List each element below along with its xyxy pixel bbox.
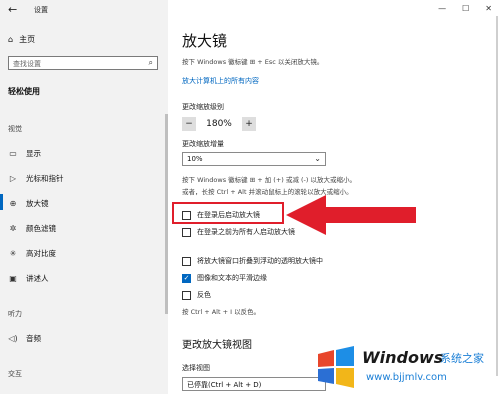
start-before-signin-checkbox[interactable]: 在登录之前为所有人启动放大镜 [182, 227, 295, 237]
sidebar-item-label: 讲述人 [26, 274, 49, 283]
sidebar-item-label: 光标和指针 [26, 174, 64, 183]
section-interaction: 交互 [8, 370, 22, 378]
zoom-in-button[interactable]: + [242, 117, 256, 131]
sidebar-item-contrast[interactable]: ✳ 高对比度 [8, 248, 56, 259]
sidebar: ← 设置 ⌂ 主页 查找设置 ⌕ 轻松使用 视觉 ▭ 显示 ▷ 光标和指针 ⊕ … [0, 0, 168, 394]
minimize-icon[interactable]: — [438, 4, 446, 13]
checkbox-box[interactable] [182, 290, 191, 300]
windows-logo-icon [318, 346, 354, 388]
checkbox-label: 将放大镜窗口折叠到浮动的透明放大镜中 [197, 257, 323, 265]
invert-colors-checkbox[interactable]: 反色 [182, 290, 211, 300]
view-value: 已停靠(Ctrl + Alt + D) [187, 381, 262, 389]
sidebar-item-label: 放大镜 [26, 199, 49, 208]
settings-window: ← 设置 ⌂ 主页 查找设置 ⌕ 轻松使用 视觉 ▭ 显示 ▷ 光标和指针 ⊕ … [0, 0, 500, 394]
close-icon[interactable]: ✕ [485, 4, 492, 13]
search-placeholder: 查找设置 [13, 60, 41, 68]
checkbox-box[interactable] [182, 256, 191, 266]
zoom-level-label: 更改缩放级别 [182, 103, 224, 111]
magnifier-icon: ⊕ [9, 199, 17, 208]
sidebar-item-label: 显示 [26, 149, 41, 158]
chevron-down-icon: ⌄ [314, 154, 321, 163]
zoom-increment-select[interactable]: 10% ⌄ [182, 152, 326, 166]
zoom-out-button[interactable]: − [182, 117, 196, 131]
color-filter-icon: ✲ [9, 224, 17, 233]
sidebar-item-pointer[interactable]: ▷ 光标和指针 [8, 173, 64, 184]
checkbox-label: 图像和文本的平滑边缘 [197, 274, 267, 282]
watermark-url: www.bjjmlv.com [366, 372, 447, 383]
collapse-to-lens-checkbox[interactable]: 将放大镜窗口折叠到浮动的透明放大镜中 [182, 256, 323, 266]
smooth-edges-checkbox[interactable]: ✓ 图像和文本的平滑边缘 [182, 273, 267, 283]
highlight-box [172, 202, 284, 224]
sidebar-item-audio[interactable]: ◁) 音频 [8, 333, 41, 344]
magnify-all-link[interactable]: 放大计算机上的所有内容 [182, 76, 259, 86]
zoom-level-value: 180% [206, 119, 232, 129]
search-input[interactable]: 查找设置 ⌕ [8, 56, 158, 70]
zoom-increment-value: 10% [187, 155, 203, 163]
search-icon: ⌕ [148, 58, 153, 67]
contrast-icon: ✳ [9, 249, 17, 258]
help-text-1: 按下 Windows 徽标键 ⊞ + 加 (+) 或减 (-) 以放大或缩小。 [182, 176, 356, 184]
view-select[interactable]: 已停靠(Ctrl + Alt + D) [182, 377, 326, 391]
window-controls: — ☐ ✕ [438, 4, 492, 13]
red-arrow-icon [286, 195, 416, 235]
sidebar-home[interactable]: ⌂ 主页 [8, 34, 35, 45]
sidebar-item-color-filter[interactable]: ✲ 颜色滤镜 [8, 223, 56, 234]
home-icon: ⌂ [8, 35, 14, 44]
narrator-icon: ▣ [9, 274, 17, 283]
intro-text: 按下 Windows 徽标键 ⊞ + Esc 以关闭放大镜。 [182, 58, 324, 66]
watermark-suffix: 系统之家 [440, 352, 484, 365]
sidebar-item-magnifier[interactable]: ⊕ 放大镜 [0, 194, 49, 210]
main-scrollbar[interactable] [496, 16, 498, 376]
view-section-title: 更改放大镜视图 [182, 340, 252, 351]
zoom-level-control: − 180% + [182, 117, 256, 131]
invert-help-text: 按 Ctrl + Alt + I 以反色。 [182, 308, 261, 316]
back-arrow-icon[interactable]: ← [8, 3, 17, 16]
checkbox-label: 反色 [197, 291, 211, 299]
sidebar-item-label: 高对比度 [26, 249, 56, 258]
view-label: 选择视图 [182, 364, 210, 372]
zoom-increment-label: 更改缩放增量 [182, 140, 224, 148]
section-vision: 视觉 [8, 125, 22, 133]
checkbox-box[interactable] [182, 227, 191, 237]
checkbox-label: 在登录之前为所有人启动放大镜 [197, 228, 295, 236]
speaker-icon: ◁) [8, 334, 18, 343]
maximize-icon[interactable]: ☐ [462, 4, 469, 13]
sidebar-category: 轻松使用 [8, 87, 40, 96]
checkmark-icon[interactable]: ✓ [182, 273, 191, 283]
sidebar-item-label: 颜色滤镜 [26, 224, 56, 233]
watermark-brand: Windows [362, 348, 444, 367]
monitor-icon: ▭ [9, 149, 17, 158]
section-hearing: 听力 [8, 310, 22, 318]
page-title: 放大镜 [182, 32, 228, 50]
sidebar-home-label: 主页 [19, 35, 36, 44]
app-title: 设置 [34, 6, 48, 14]
pointer-icon: ▷ [9, 174, 17, 183]
sidebar-item-label: 音频 [26, 334, 41, 343]
watermark: Windows 系统之家 www.bjjmlv.com [310, 342, 500, 394]
sidebar-item-narrator[interactable]: ▣ 讲述人 [8, 273, 49, 284]
sidebar-item-display[interactable]: ▭ 显示 [8, 148, 41, 159]
